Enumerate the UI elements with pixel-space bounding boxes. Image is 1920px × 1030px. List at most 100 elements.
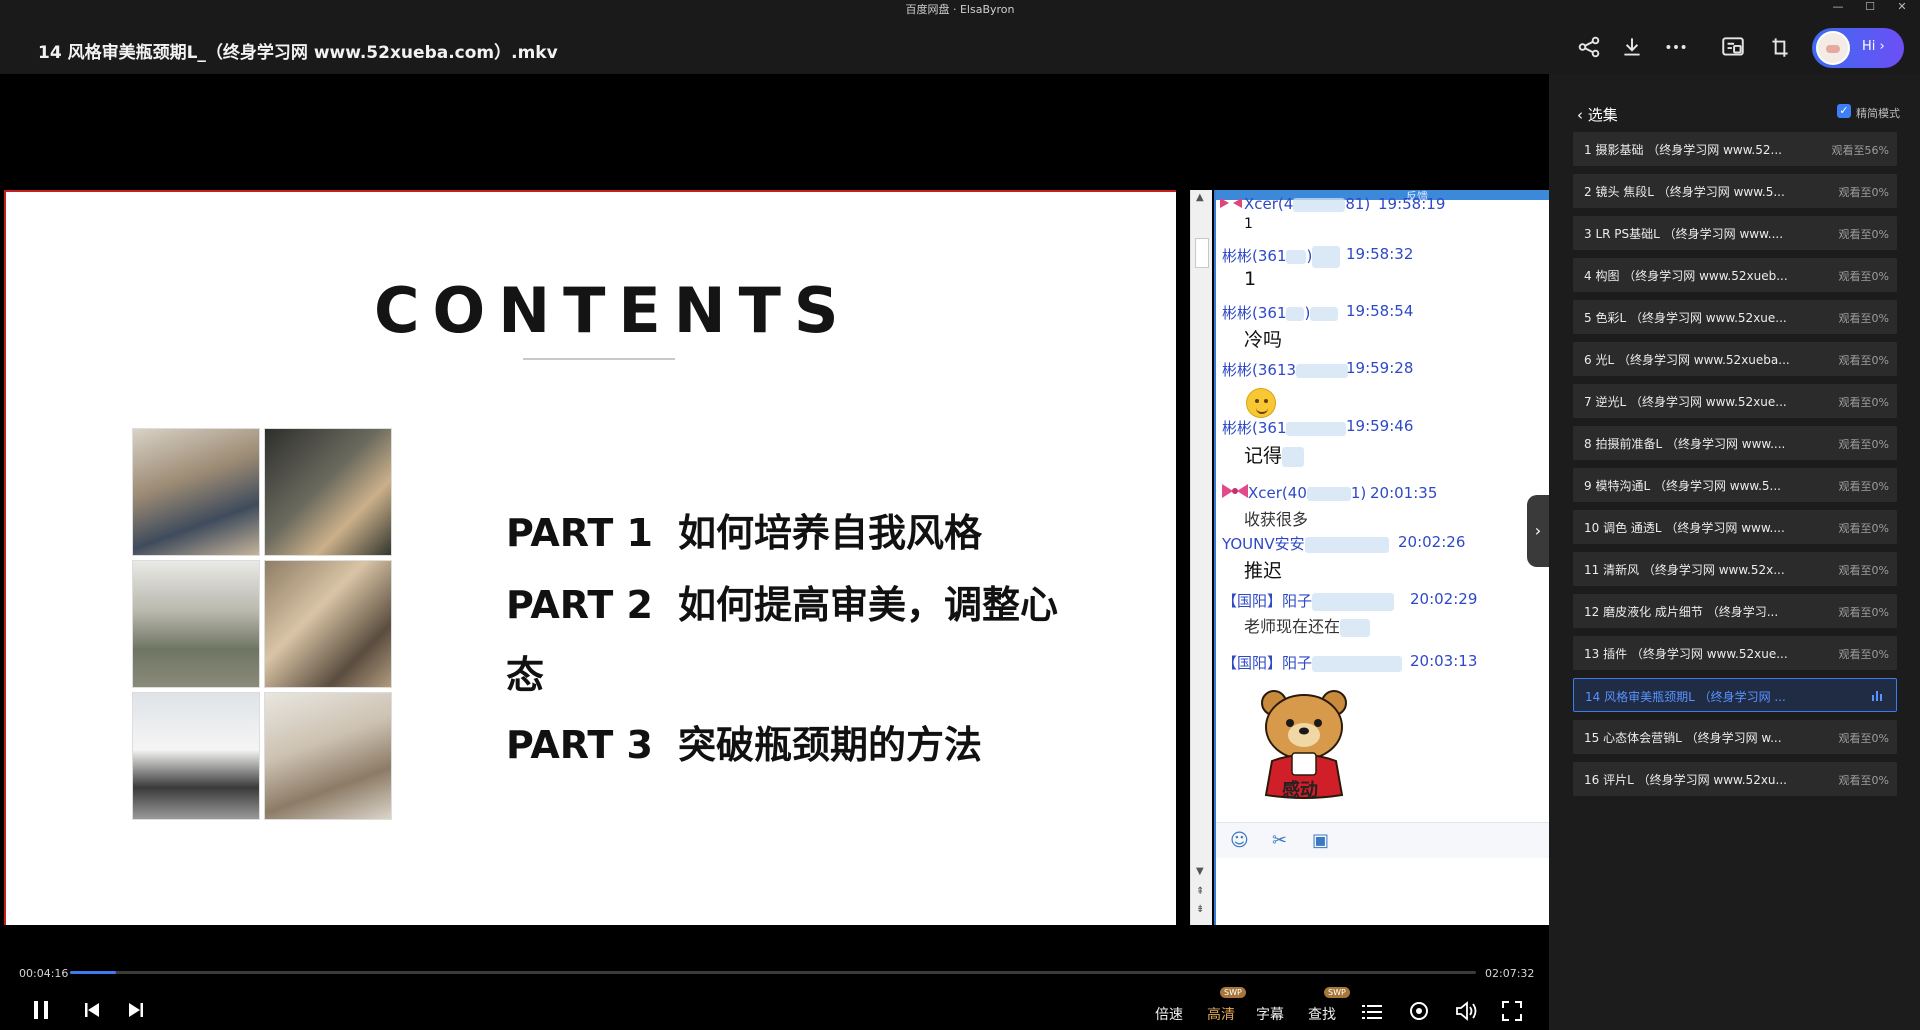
episode-item[interactable]: 13 插件 （终身学习网 www.52xue... 观看至0%: [1573, 636, 1897, 670]
photo-street: [132, 560, 260, 688]
video-player-window: 百度网盘 · ElsaByron — ☐ ✕ 14 风格审美瓶颈期L_（终身学习…: [0, 0, 1920, 1030]
chat-name-tail: 1): [1350, 484, 1367, 502]
maximize-button[interactable]: ☐: [1856, 0, 1884, 14]
photo-girl-railway: [132, 692, 260, 820]
episode-progress: 观看至0%: [1838, 396, 1889, 409]
fullscreen-icon: [1502, 1001, 1522, 1021]
episode-name: 14 风格审美瓶颈期L （终身学习网 ...: [1585, 690, 1786, 704]
episode-progress: 观看至0%: [1838, 270, 1889, 283]
episode-item[interactable]: 9 模特沟通L （终身学习网 www.5... 观看至0%: [1573, 468, 1897, 502]
part-2: PART 2 如何提高审美，调整心: [506, 574, 1058, 629]
playlist-button[interactable]: [1362, 1003, 1382, 1025]
episode-progress: 观看至0%: [1838, 606, 1889, 619]
part-1-number: PART 1: [506, 511, 653, 555]
episode-item[interactable]: 16 评片L （终身学习网 www.52xu... 观看至0%: [1573, 762, 1897, 796]
pause-button[interactable]: [30, 999, 52, 1025]
episode-item[interactable]: 11 清新风 （终身学习网 www.52x... 观看至0%: [1573, 552, 1897, 586]
target-icon: [1410, 1002, 1428, 1020]
episode-progress: 观看至0%: [1838, 354, 1889, 367]
download-icon[interactable]: [1619, 34, 1645, 60]
episode-item[interactable]: 8 拍摄前准备L （终身学习网 www.... 观看至0%: [1573, 426, 1897, 460]
chat-message: 1: [1244, 216, 1253, 232]
player-header: 14 风格审美瓶颈期L_（终身学习网 www.52xueba.com）.mkv …: [0, 16, 1920, 74]
photo-shop: [264, 692, 392, 820]
user-hi-badge[interactable]: Hi ›: [1812, 28, 1904, 68]
chat-name: 彬彬(361: [1222, 247, 1287, 265]
scroll-up-icon: ▲: [1196, 192, 1204, 203]
chat-time: 19:58:32: [1346, 245, 1414, 263]
episode-name: 9 模特沟通L （终身学习网 www.5...: [1584, 479, 1781, 493]
episode-item[interactable]: 5 色彩L （终身学习网 www.52xue... 观看至0%: [1573, 300, 1897, 334]
chat-toolbar: ☺ ✂ ▣: [1216, 822, 1551, 858]
emoji-icon[interactable]: ☺: [1230, 830, 1249, 851]
episode-item[interactable]: 1 摄影基础 （终身学习网 www.52... 观看至56%: [1573, 132, 1897, 166]
episode-back-button[interactable]: ‹ 选集: [1577, 104, 1618, 125]
more-icon[interactable]: [1663, 34, 1689, 60]
image-icon[interactable]: ▣: [1312, 830, 1329, 851]
episode-item[interactable]: 3 LR PS基础L （终身学习网 www.... 观看至0%: [1573, 216, 1897, 250]
episode-name: 11 清新风 （终身学习网 www.52x...: [1584, 563, 1785, 577]
chat-window: 反馈 Xcer(4 81) 19:58:19 1 彬彬(361) 19:58:32…: [1214, 190, 1551, 925]
part-1: PART 1 如何培养自我风格: [506, 502, 982, 557]
subtitle-button[interactable]: 字幕: [1256, 1004, 1284, 1024]
episode-item[interactable]: 10 调色 通透L （终身学习网 www.... 观看至0%: [1573, 510, 1897, 544]
episode-item[interactable]: 2 镜头 焦段L （终身学习网 www.5... 观看至0%: [1573, 174, 1897, 208]
episode-name: 2 镜头 焦段L （终身学习网 www.5...: [1584, 185, 1785, 199]
episode-panel-title: 选集: [1587, 106, 1618, 124]
episode-item[interactable]: 15 心态体会营销L （终身学习网 w... 观看至0%: [1573, 720, 1897, 754]
episode-item[interactable]: 7 逆光L （终身学习网 www.52xue... 观看至0%: [1573, 384, 1897, 418]
volume-button[interactable]: [1455, 1001, 1477, 1025]
episode-progress: 观看至0%: [1838, 480, 1889, 493]
episode-item[interactable]: 12 磨皮液化 成片细节 （终身学习... 观看至0%: [1573, 594, 1897, 628]
chat-time: 20:03:13: [1410, 652, 1478, 670]
progress-track[interactable]: [70, 971, 1476, 974]
minimize-button[interactable]: —: [1824, 0, 1852, 14]
next-button[interactable]: [127, 1001, 145, 1023]
episode-progress: 观看至0%: [1838, 648, 1889, 661]
total-time: 02:07:32: [1485, 967, 1535, 980]
screen-cast-icon[interactable]: [1720, 34, 1746, 60]
previous-button[interactable]: [83, 1001, 101, 1023]
episode-name: 8 拍摄前准备L （终身学习网 www....: [1584, 437, 1786, 451]
chevron-right-icon: ›: [1534, 521, 1542, 540]
part-3-number: PART 3: [506, 723, 653, 767]
compact-mode-label: 精简模式: [1856, 107, 1900, 120]
episode-progress: 观看至0%: [1838, 732, 1889, 745]
episode-item[interactable]: 4 构图 （终身学习网 www.52xueb... 观看至0%: [1573, 258, 1897, 292]
fullscreen-button[interactable]: [1502, 1001, 1522, 1025]
file-title: 14 风格审美瓶颈期L_（终身学习网 www.52xueba.com）.mkv: [38, 43, 558, 63]
search-button[interactable]: 查找: [1308, 1004, 1336, 1024]
part-3-text: 突破瓶颈期的方法: [678, 723, 983, 767]
episode-progress: 观看至0%: [1838, 564, 1889, 577]
episode-progress: 观看至0%: [1838, 228, 1889, 241]
episode-progress: 观看至0%: [1838, 774, 1889, 787]
scroll-top-icon: ⇞: [1196, 886, 1205, 897]
now-playing-icon: [1872, 691, 1882, 701]
side-expand-tab[interactable]: ›: [1527, 495, 1549, 567]
chat-name: Xcer(4: [1244, 195, 1294, 213]
chat-message: 推迟: [1244, 560, 1283, 582]
part-3: PART 3 突破瓶颈期的方法: [506, 714, 982, 769]
pin-window-icon[interactable]: [1767, 34, 1793, 60]
episode-name: 15 心态体会营销L （终身学习网 w...: [1584, 731, 1782, 745]
chat-line-8: 【国阳】阳子 20:02:29: [1222, 590, 1477, 611]
part-2-continuation: 态: [506, 653, 545, 697]
episode-name: 3 LR PS基础L （终身学习网 www....: [1584, 227, 1784, 241]
chat-name-tail: 81): [1345, 195, 1371, 213]
close-button[interactable]: ✕: [1888, 0, 1916, 14]
chat-time: 19:59:28: [1346, 359, 1414, 377]
part-2-number: PART 2: [506, 583, 653, 627]
share-icon[interactable]: [1576, 34, 1602, 60]
chat-time: 20:02:29: [1410, 590, 1478, 608]
progress-fill: [70, 971, 117, 974]
chat-line-9: 【国阳】阳子 20:03:13: [1222, 652, 1477, 673]
scissors-icon[interactable]: ✂: [1272, 830, 1287, 851]
episode-item[interactable]: 6 光L （终身学习网 www.52xueba... 观看至0%: [1573, 342, 1897, 376]
speed-button[interactable]: 倍速: [1155, 1004, 1183, 1024]
chat-message: 1: [1244, 268, 1257, 290]
settings-button[interactable]: [1409, 1001, 1429, 1025]
quality-button[interactable]: 高清: [1207, 1004, 1235, 1024]
episode-item[interactable]: 14 风格审美瓶颈期L （终身学习网 ...: [1573, 678, 1897, 712]
chat-time: 20:01:35: [1370, 484, 1438, 502]
compact-mode-checkbox[interactable]: ✓: [1837, 104, 1851, 118]
